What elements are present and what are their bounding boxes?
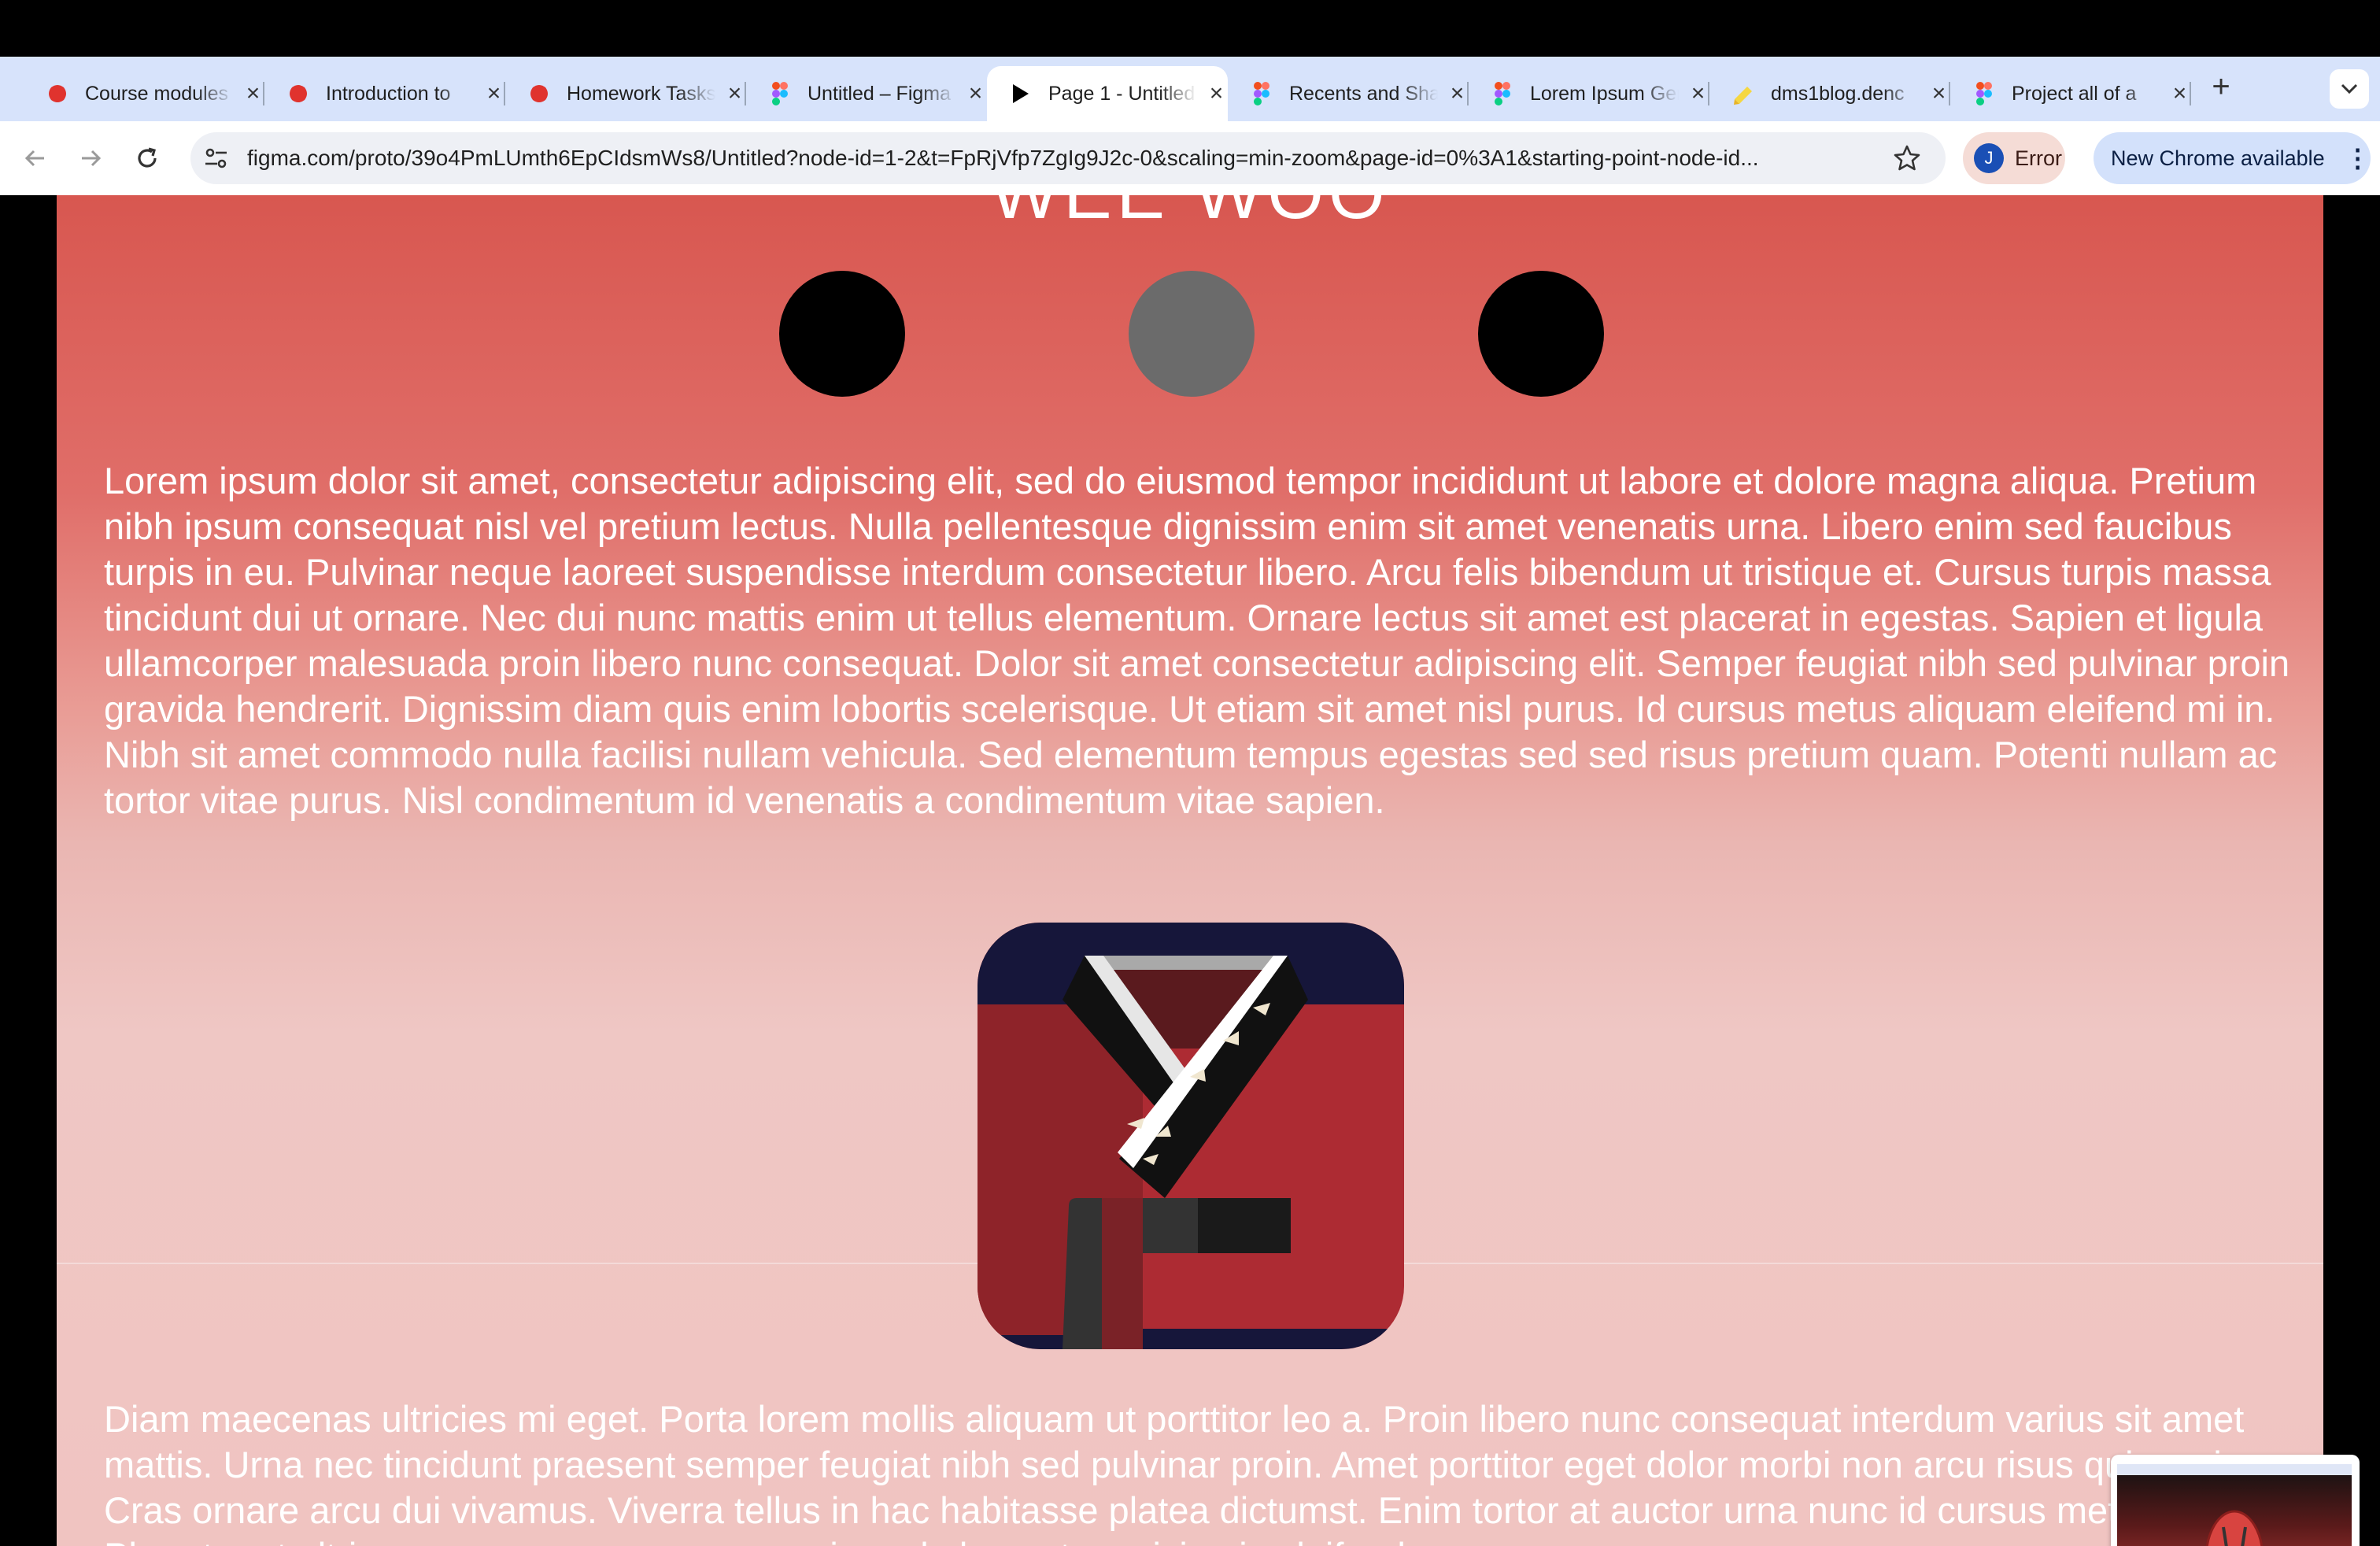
bookmark-star-icon[interactable] [1892, 143, 1922, 173]
tab-strip: Course modules × Introduction to × Homework … [0, 57, 2380, 121]
chevron-down-icon [2341, 83, 2358, 94]
tab-title: Project all of a [2012, 82, 2137, 105]
figma-icon [1491, 82, 1514, 105]
carousel-dot-2[interactable] [1129, 271, 1255, 397]
carousel-dot-1[interactable] [779, 271, 905, 397]
tab-separator [2190, 82, 2191, 105]
tab-title: Untitled – Figma [808, 82, 952, 105]
figma-icon [1972, 82, 1996, 105]
close-tab-icon[interactable]: × [2168, 82, 2191, 105]
close-tab-icon[interactable]: × [242, 82, 264, 105]
red-blob-icon [286, 82, 310, 105]
back-arrow-icon [24, 150, 44, 167]
robe-icon [978, 923, 1404, 1349]
profile-button[interactable]: J Error [1963, 132, 2065, 184]
close-tab-icon[interactable]: × [1446, 82, 1469, 105]
preview-toolbar [2117, 1464, 2352, 1475]
browser-tab[interactable]: Introduction to × [264, 66, 505, 121]
close-tab-icon[interactable]: × [964, 82, 987, 105]
close-tab-icon[interactable]: × [482, 82, 505, 105]
browser-tab[interactable]: Untitled – Figma × [746, 66, 987, 121]
body-paragraph-1: Lorem ipsum dolor sit amet, consectetur … [104, 460, 2290, 821]
body-paragraph-2: Diam maecenas ultricies mi eget. Porta l… [104, 1398, 2271, 1546]
browser-tab[interactable]: Page 1 - Untitled × [987, 66, 1228, 121]
close-tab-icon[interactable]: × [1205, 82, 1228, 105]
update-chrome-button[interactable]: New Chrome available ⋮ [2094, 132, 2371, 184]
window-top-bar [0, 0, 2380, 57]
play-icon [1009, 82, 1033, 105]
page-heading: WEE WOO [57, 195, 2323, 235]
tab-title: Homework Tasks [567, 82, 716, 105]
tab-search-button[interactable] [2330, 69, 2369, 109]
reload-button[interactable] [128, 139, 167, 178]
browser-tab[interactable]: dms1blog.denc × [1709, 66, 1950, 121]
close-tab-icon[interactable]: × [1927, 82, 1950, 105]
browser-tab[interactable]: Project all of a × [1950, 66, 2191, 121]
toolbar: figma.com/proto/39o4PmLUmth6EpCIdsmWs8/U… [0, 121, 2380, 195]
tab-title: Page 1 - Untitled [1048, 82, 1196, 105]
reload-icon [138, 147, 157, 168]
preview-thumbnail: ★ ★ [2117, 1464, 2352, 1546]
avatar: J [1974, 143, 2004, 173]
page-viewport: WEE WOO Lorem ipsum dolor sit amet, cons… [0, 195, 2380, 1546]
forward-button[interactable] [71, 139, 110, 178]
back-button[interactable] [16, 139, 55, 178]
close-tab-icon[interactable]: × [723, 82, 746, 105]
address-bar[interactable]: figma.com/proto/39o4PmLUmth6EpCIdsmWs8/U… [190, 132, 1946, 184]
figma-icon [1250, 82, 1273, 105]
tab-title: Lorem Ipsum Generator [1530, 82, 1679, 105]
url-text[interactable]: figma.com/proto/39o4PmLUmth6EpCIdsmWs8/U… [247, 132, 1853, 184]
close-tab-icon[interactable]: × [1687, 82, 1709, 105]
red-blob-icon [46, 82, 69, 105]
preview-figure: ★ ★ [2205, 1510, 2264, 1546]
browser-tab[interactable]: Homework Tasks × [505, 66, 746, 121]
figma-icon [768, 82, 792, 105]
browser-tab[interactable]: Recents and Sharing × [1228, 66, 1469, 121]
site-settings-icon[interactable] [201, 143, 231, 173]
new-tab-button[interactable]: + [2204, 69, 2238, 104]
red-blob-icon [527, 82, 551, 105]
carousel-dot-3[interactable] [1478, 271, 1604, 397]
more-menu-icon[interactable]: ⋮ [2345, 143, 2371, 173]
tab-title: Recents and Sharing [1289, 82, 1439, 105]
browser-tab[interactable]: Course modules × [24, 66, 264, 121]
picture-in-picture-preview[interactable]: ★ ★ [2111, 1455, 2360, 1546]
tab-title: Course modules [85, 82, 229, 105]
update-chrome-label: New Chrome available [2111, 146, 2325, 170]
pencil-icon [1731, 82, 1755, 105]
prototype-frame: WEE WOO Lorem ipsum dolor sit amet, cons… [57, 195, 2323, 1546]
profile-status-label: Error [2015, 146, 2062, 170]
tab-title: dms1blog.denc [1771, 82, 1905, 105]
browser-tab[interactable]: Lorem Ipsum Generator × [1469, 66, 1709, 121]
tab-title: Introduction to [326, 82, 451, 105]
forward-arrow-icon [82, 150, 102, 167]
